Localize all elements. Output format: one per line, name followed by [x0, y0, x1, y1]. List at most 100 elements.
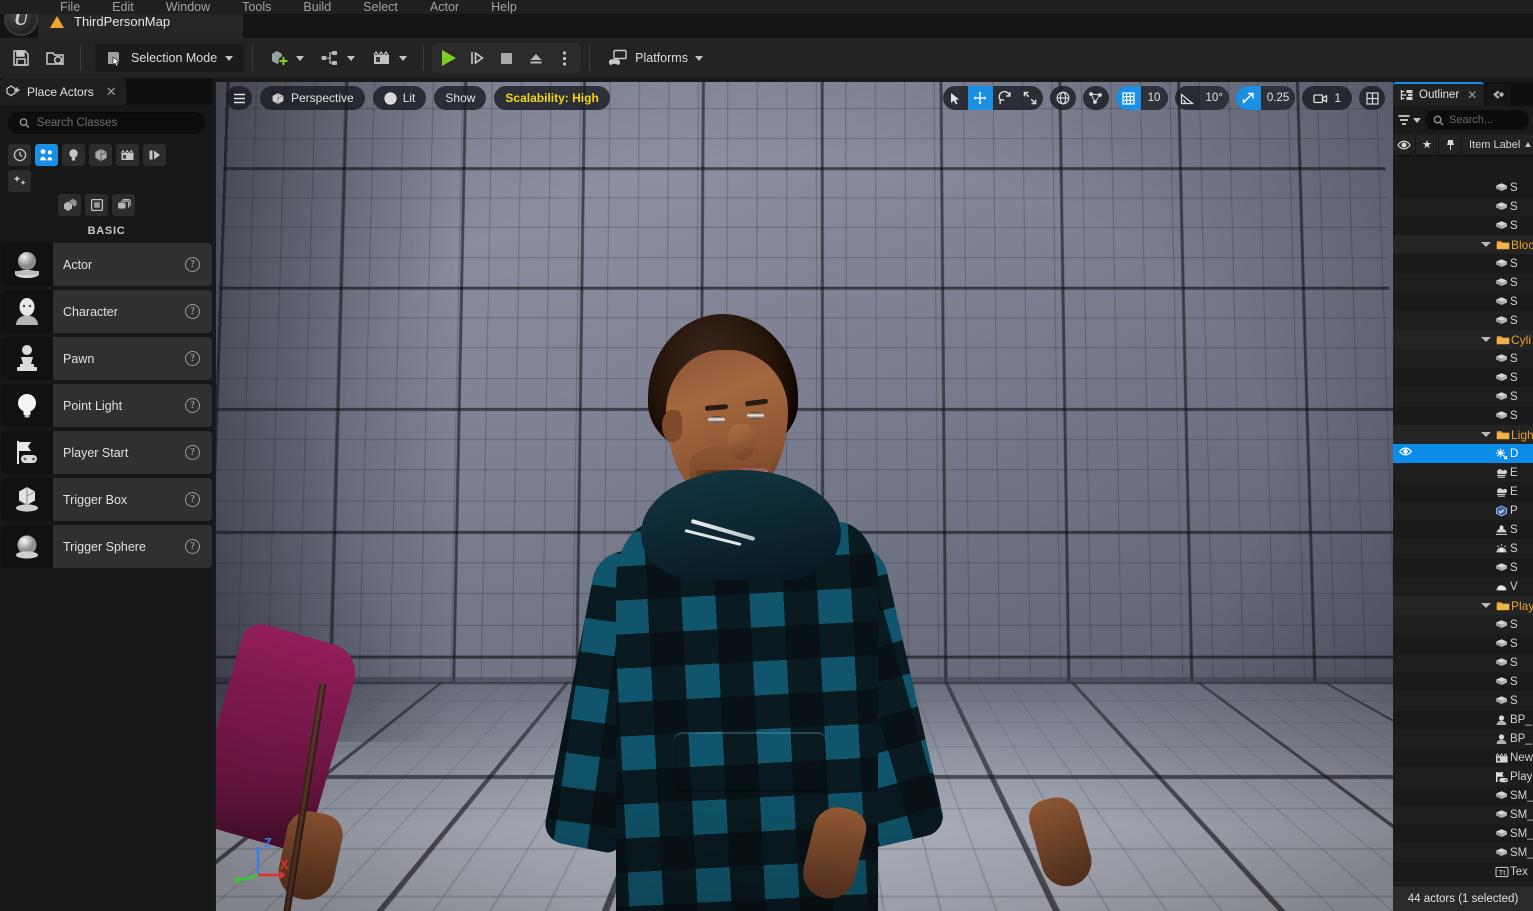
selection-mode-dropdown[interactable]: Selection Mode: [95, 44, 245, 72]
list-item-actor[interactable]: Actor ?: [1, 243, 212, 286]
close-icon[interactable]: ✕: [1467, 88, 1477, 102]
outliner-item-row[interactable]: S: [1393, 216, 1533, 235]
cinematics-dropdown[interactable]: [363, 43, 415, 73]
expand-triangle-icon[interactable]: [1481, 242, 1491, 247]
menu-item-select[interactable]: Select: [347, 1, 414, 14]
step-button[interactable]: [463, 44, 492, 72]
outliner-item-row[interactable]: D: [1393, 444, 1533, 463]
outliner-item-row[interactable]: SM_: [1393, 786, 1533, 805]
play-button[interactable]: [434, 44, 463, 72]
outliner-folder-row[interactable]: Play: [1393, 596, 1533, 615]
outliner-item-row[interactable]: S: [1393, 311, 1533, 330]
viewport-scalability-button[interactable]: Scalability: High: [494, 86, 610, 110]
list-item-trigger-sphere[interactable]: Trigger Sphere ?: [1, 525, 212, 568]
viewport-perspective-button[interactable]: Perspective: [260, 86, 365, 110]
outliner-item-row[interactable]: BP_: [1393, 729, 1533, 748]
menu-item-edit[interactable]: Edit: [96, 1, 150, 14]
outliner-item-row[interactable]: S: [1393, 634, 1533, 653]
viewport-viewmode-button[interactable]: Lit: [372, 86, 427, 110]
outliner-item-row[interactable]: S: [1393, 349, 1533, 368]
tab-details-partial[interactable]: [1486, 84, 1511, 106]
scale-snap-value[interactable]: 0.25: [1260, 86, 1296, 110]
coordinate-system-button[interactable]: [1049, 86, 1076, 110]
category-cinematic[interactable]: [116, 144, 139, 166]
category-misc[interactable]: [112, 194, 135, 216]
help-icon[interactable]: ?: [185, 492, 200, 507]
list-item-pawn[interactable]: Pawn ?: [1, 337, 212, 380]
platforms-dropdown[interactable]: Platforms: [598, 43, 713, 73]
column-visibility[interactable]: [1393, 133, 1416, 156]
outliner-item-row[interactable]: S: [1393, 558, 1533, 577]
outliner-folder-row[interactable]: Ligh: [1393, 425, 1533, 444]
eye-icon[interactable]: [1399, 447, 1412, 456]
outliner-tree[interactable]: S S S Bloc S S S S Cyli S S S S Ligh D E E P S S S V Play S S S S S…: [1393, 178, 1533, 885]
outliner-item-row[interactable]: S: [1393, 273, 1533, 292]
outliner-item-row[interactable]: S: [1393, 520, 1533, 539]
search-classes-input[interactable]: [36, 117, 194, 129]
outliner-item-row[interactable]: S: [1393, 197, 1533, 216]
help-icon[interactable]: ?: [185, 257, 200, 272]
close-icon[interactable]: ✕: [106, 84, 117, 100]
outliner-item-row[interactable]: V: [1393, 577, 1533, 596]
category-visual-effects[interactable]: [143, 144, 166, 166]
category-all-classes[interactable]: [8, 170, 31, 192]
category-volumes[interactable]: [85, 194, 108, 216]
outliner-folder-row[interactable]: Cyli: [1393, 330, 1533, 349]
outliner-item-row[interactable]: S: [1393, 615, 1533, 634]
play-options-button[interactable]: [550, 44, 579, 72]
category-basic[interactable]: [35, 144, 58, 166]
viewport-show-button[interactable]: Show: [434, 86, 487, 110]
tab-outliner[interactable]: Outliner ✕: [1393, 82, 1485, 106]
list-item-character[interactable]: Character ?: [1, 290, 212, 333]
menu-item-build[interactable]: Build: [287, 1, 347, 14]
column-pin[interactable]: [1439, 133, 1462, 156]
outliner-item-row[interactable]: SM_: [1393, 843, 1533, 862]
outliner-item-row[interactable]: BP_: [1393, 710, 1533, 729]
search-classes-box[interactable]: [8, 112, 205, 134]
help-icon[interactable]: ?: [185, 304, 200, 319]
outliner-item-row[interactable]: Play: [1393, 767, 1533, 786]
surface-snap-button[interactable]: [1082, 86, 1109, 110]
outliner-item-row[interactable]: S: [1393, 368, 1533, 387]
outliner-folder-row[interactable]: Bloc: [1393, 235, 1533, 254]
outliner-item-row[interactable]: S: [1393, 387, 1533, 406]
outliner-item-row[interactable]: P: [1393, 501, 1533, 520]
camera-speed-button[interactable]: 1: [1302, 86, 1352, 110]
menu-item-actor[interactable]: Actor: [414, 1, 475, 14]
list-item-point-light[interactable]: Point Light ?: [1, 384, 212, 427]
move-tool-button[interactable]: [967, 86, 993, 110]
outliner-item-row[interactable]: S: [1393, 653, 1533, 672]
outliner-search-box[interactable]: Search...: [1425, 110, 1529, 130]
scale-snap-toggle[interactable]: [1235, 86, 1261, 110]
outliner-item-row[interactable]: E: [1393, 463, 1533, 482]
outliner-item-row[interactable]: SM_: [1393, 805, 1533, 824]
metahuman-character-mesh[interactable]: [496, 232, 1116, 911]
menu-item-window[interactable]: Window: [150, 1, 226, 14]
column-favorite[interactable]: [1416, 133, 1439, 156]
outliner-filter-button[interactable]: [1397, 114, 1421, 126]
expand-triangle-icon[interactable]: [1481, 432, 1491, 437]
help-icon[interactable]: ?: [185, 539, 200, 554]
category-lights[interactable]: [62, 144, 85, 166]
list-item-trigger-box[interactable]: Trigger Box ?: [1, 478, 212, 521]
help-icon[interactable]: ?: [185, 398, 200, 413]
viewport-menu-button[interactable]: [226, 86, 252, 110]
outliner-item-row[interactable]: S: [1393, 691, 1533, 710]
save-button[interactable]: [4, 43, 38, 73]
level-viewport[interactable]: Perspective Lit Show Scalability: High 1…: [216, 82, 1393, 911]
menu-item-tools[interactable]: Tools: [226, 1, 287, 14]
outliner-item-row[interactable]: New: [1393, 748, 1533, 767]
rotate-tool-button[interactable]: [993, 86, 1018, 110]
menu-item-file[interactable]: File: [44, 1, 96, 14]
add-actor-dropdown[interactable]: [261, 43, 312, 73]
outliner-item-row[interactable]: S: [1393, 254, 1533, 273]
tab-place-actors[interactable]: Place Actors ✕: [0, 78, 126, 105]
scale-tool-button[interactable]: [1018, 86, 1043, 110]
angle-snap-toggle[interactable]: [1175, 86, 1200, 110]
category-shapes[interactable]: [89, 144, 112, 166]
stop-button[interactable]: [492, 44, 521, 72]
help-icon[interactable]: ?: [185, 445, 200, 460]
column-item-label[interactable]: Item Label: [1462, 139, 1532, 151]
outliner-item-row[interactable]: SM_: [1393, 824, 1533, 843]
category-geometry[interactable]: [58, 194, 81, 216]
